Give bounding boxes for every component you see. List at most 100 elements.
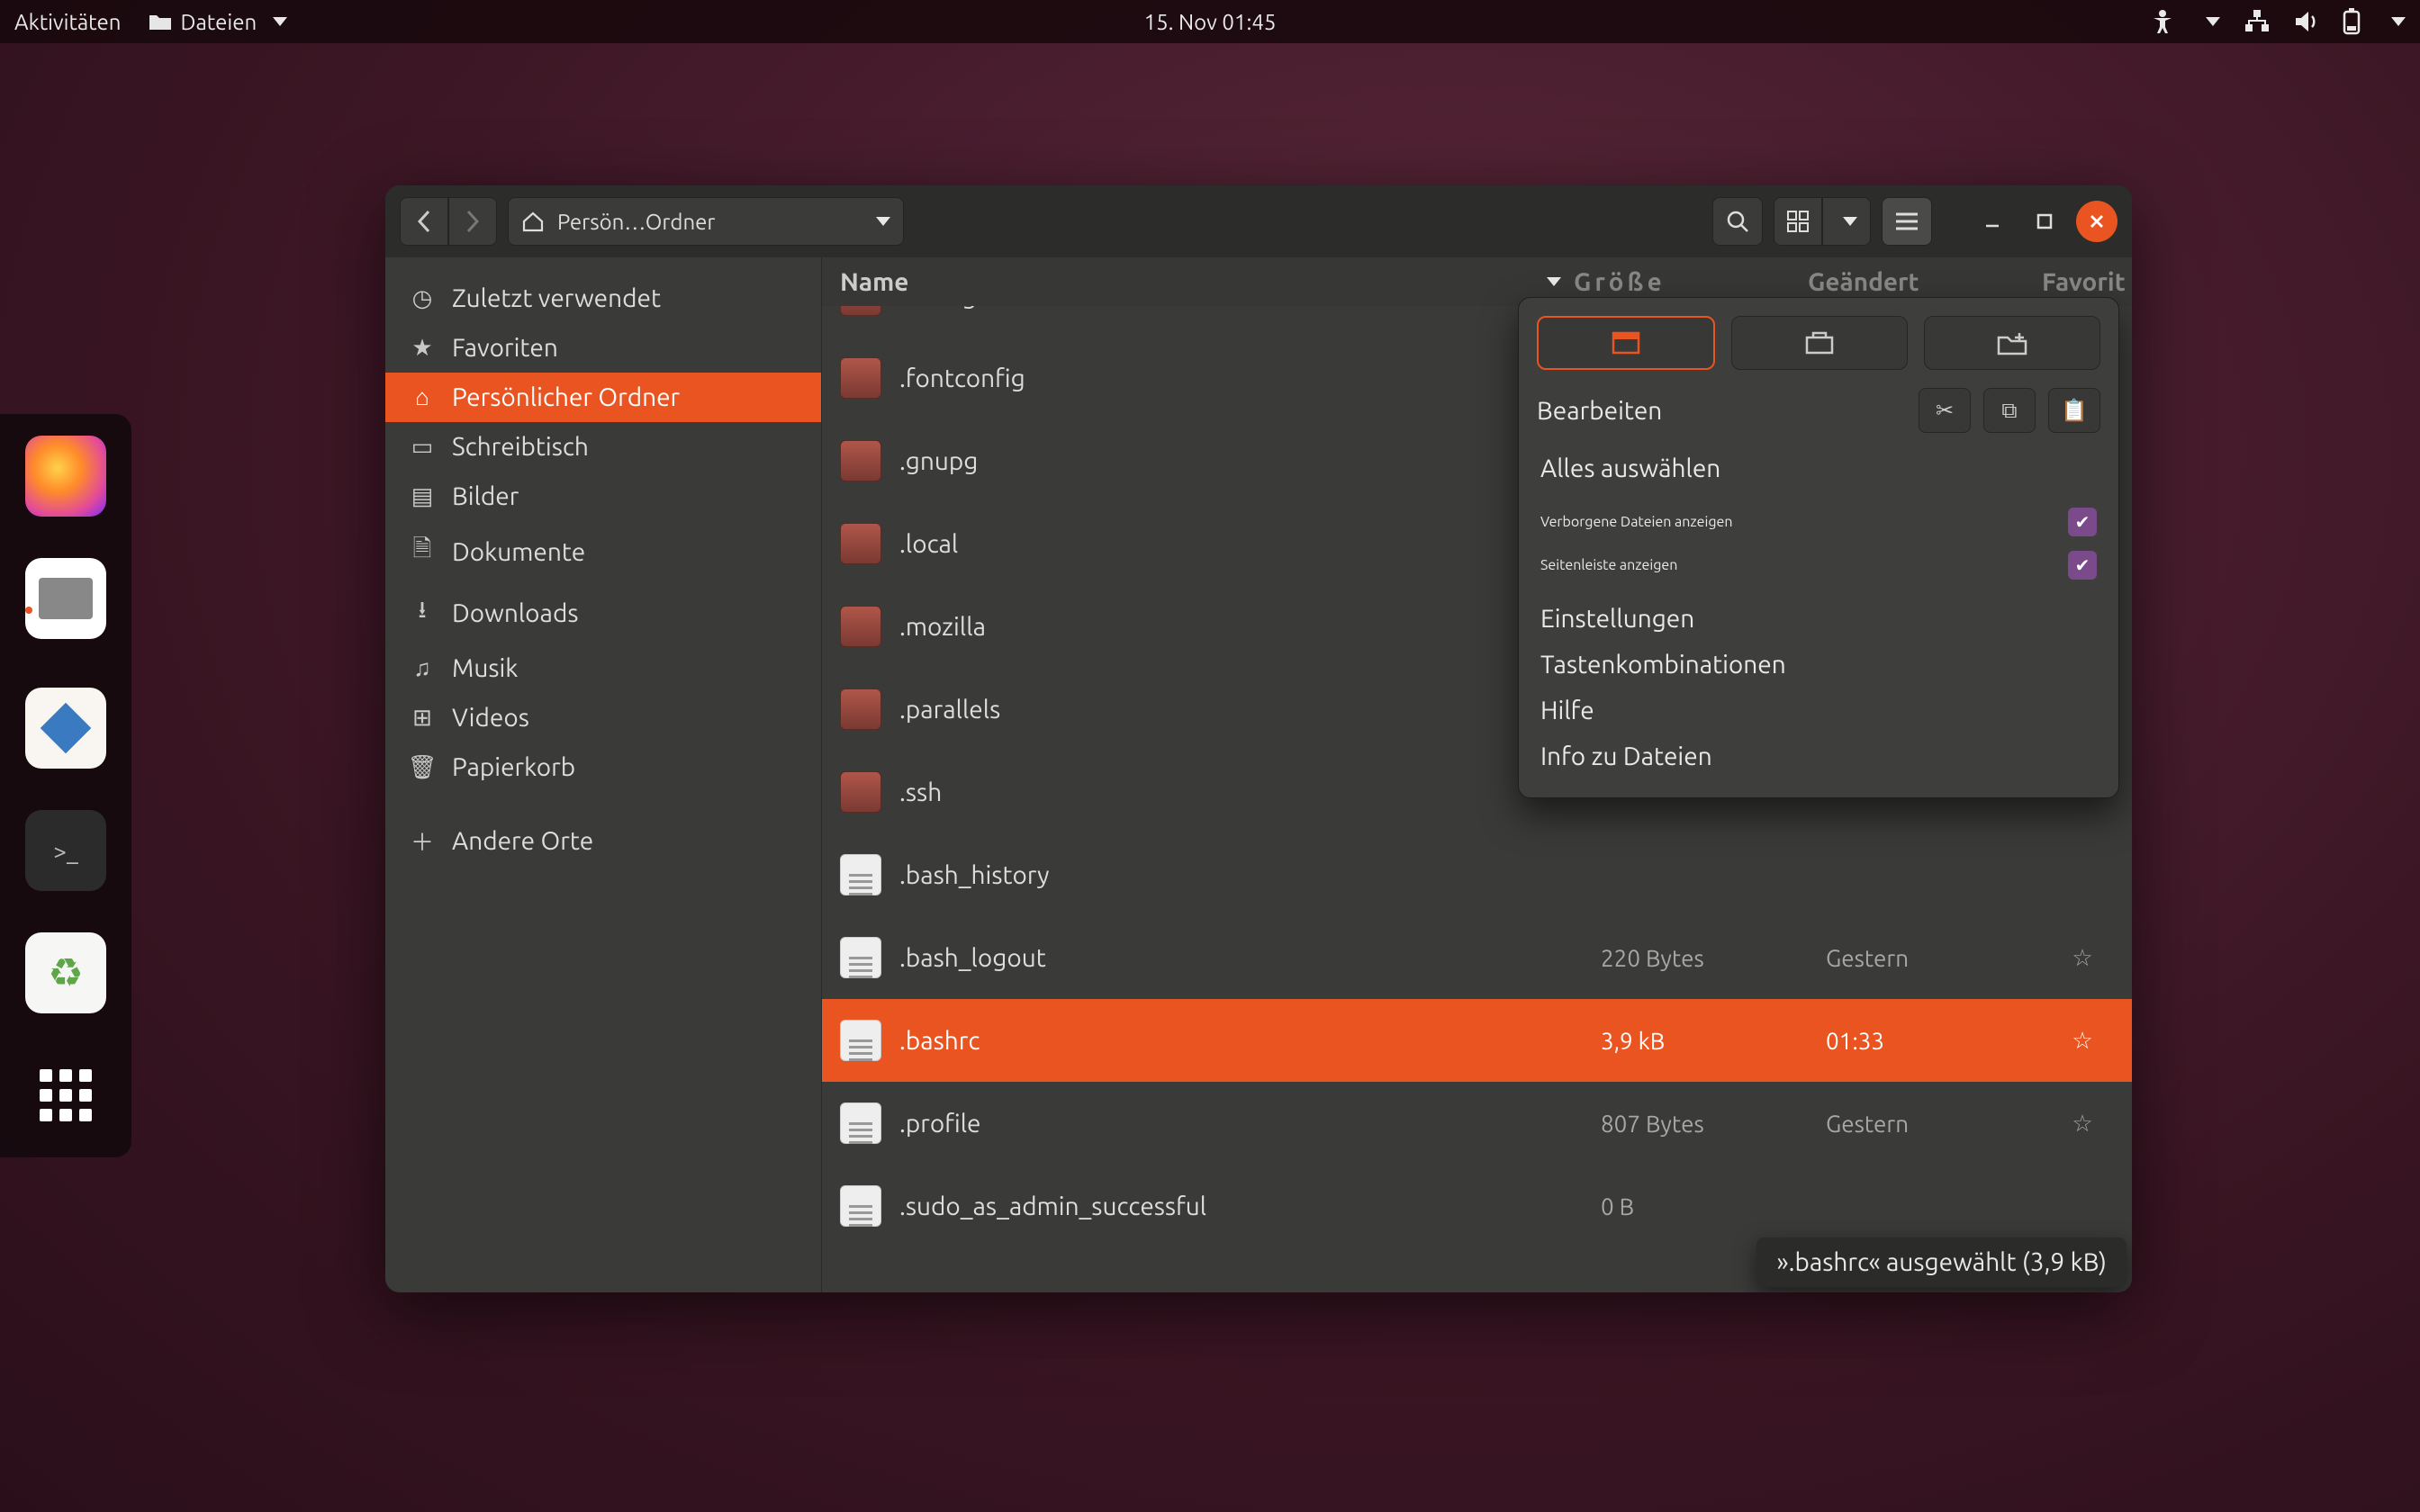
down-icon: ⭳	[409, 593, 436, 633]
favorite-toggle[interactable]: ☆	[2051, 1110, 2114, 1138]
files-window: Persön…Ordner ◷Zuletzt verwendet★Favorit…	[385, 185, 2132, 1292]
path-bar[interactable]: Persön…Ordner	[508, 197, 904, 246]
back-button[interactable]	[400, 197, 448, 246]
col-date[interactable]: Geändert	[1808, 268, 2042, 296]
about-item[interactable]: Info zu Dateien	[1537, 734, 2100, 779]
file-row[interactable]: .profile 807 Bytes Gestern ☆	[822, 1082, 2132, 1165]
chevron-down-icon	[1843, 217, 1857, 226]
file-size: 807 Bytes	[1601, 1111, 1808, 1137]
dock-text-editor[interactable]	[25, 688, 106, 769]
dock-terminal[interactable]	[25, 810, 106, 891]
clock[interactable]: 15. Nov 01:45	[1144, 10, 1277, 34]
file-name: .gnupg	[899, 447, 1583, 475]
volume-icon[interactable]	[2294, 11, 2319, 32]
sidebar-label: Andere Orte	[452, 827, 593, 855]
view-grid-button[interactable]	[1774, 197, 1822, 246]
sidebar-item-dokumente[interactable]: 🗎Dokumente	[385, 521, 821, 582]
forward-button[interactable]	[448, 197, 497, 246]
file-size: 220 Bytes	[1601, 945, 1808, 971]
folder-icon	[840, 523, 881, 564]
show-hidden-toggle[interactable]: Verborgene Dateien anzeigen ✔	[1537, 500, 2100, 544]
search-button[interactable]	[1712, 197, 1763, 246]
file-name: .bash_logout	[899, 944, 1583, 972]
trash-icon: 🗑	[409, 753, 436, 781]
file-row[interactable]: .bashrc 3,9 kB 01:33 ☆	[822, 999, 2132, 1082]
folder-icon	[840, 440, 881, 482]
sidebar-label: Persönlicher Ordner	[452, 383, 680, 411]
file-row[interactable]: .sudo_as_admin_successful 0 B	[822, 1165, 2132, 1247]
folder-icon	[149, 12, 172, 32]
paste-button[interactable]: 📋	[2048, 388, 2100, 433]
plus-icon: ＋	[409, 824, 436, 858]
select-all-item[interactable]: Alles auswählen	[1537, 446, 2100, 491]
help-item[interactable]: Hilfe	[1537, 688, 2100, 734]
maximize-button[interactable]	[2024, 201, 2065, 242]
close-button[interactable]	[2076, 201, 2118, 242]
network-icon[interactable]	[2244, 10, 2271, 33]
file-name: .ssh	[899, 778, 1583, 806]
home-icon: ⌂	[409, 383, 436, 411]
battery-icon[interactable]	[2343, 8, 2361, 35]
shortcuts-item[interactable]: Tastenkombinationen	[1537, 642, 2100, 688]
activities-button[interactable]: Aktivitäten	[14, 10, 122, 34]
favorite-toggle[interactable]: ☆	[2051, 944, 2114, 972]
music-icon: ♫	[409, 654, 436, 682]
file-row[interactable]: .bash_history	[822, 833, 2132, 916]
dock-files[interactable]	[25, 558, 106, 639]
file-date: Gestern	[1826, 945, 2033, 971]
col-fav[interactable]: Favorit	[2042, 268, 2114, 296]
file-icon	[840, 1020, 881, 1061]
image-icon: ▤	[409, 482, 436, 510]
app-menu[interactable]: Dateien	[149, 10, 288, 34]
view-dropdown-button[interactable]	[1822, 197, 1871, 246]
copy-button[interactable]: ⧉	[1983, 388, 2036, 433]
dock-show-apps[interactable]	[25, 1055, 106, 1136]
file-row[interactable]: .bash_logout 220 Bytes Gestern ☆	[822, 916, 2132, 999]
dock-trash[interactable]	[25, 932, 106, 1013]
favorite-toggle[interactable]: ☆	[2051, 1027, 2114, 1055]
new-tab-button[interactable]	[1731, 316, 1908, 370]
chevron-down-icon	[273, 17, 287, 26]
new-window-button[interactable]	[1537, 316, 1715, 370]
file-icon	[840, 1102, 881, 1144]
file-name: .mozilla	[899, 613, 1583, 641]
col-name[interactable]: Name	[840, 268, 1540, 296]
show-sidebar-label: Seitenleiste anzeigen	[1540, 557, 1677, 573]
settings-item[interactable]: Einstellungen	[1537, 596, 2100, 642]
checkbox-checked-icon: ✔	[2068, 551, 2097, 580]
sidebar-label: Videos	[452, 704, 529, 732]
new-folder-button[interactable]	[1924, 316, 2100, 370]
hamburger-menu-button[interactable]	[1882, 197, 1932, 246]
dock-firefox[interactable]	[25, 436, 106, 517]
file-name: .bashrc	[899, 1027, 1583, 1055]
file-name: .config	[899, 306, 1583, 310]
folder-icon	[840, 688, 881, 730]
sidebar-item-schreibtisch[interactable]: ▭Schreibtisch	[385, 422, 821, 472]
folder-icon	[840, 606, 881, 647]
sidebar-item-persönlicher-ordner[interactable]: ⌂ Persönlicher Ordner	[385, 373, 821, 422]
sidebar-label: Downloads	[452, 599, 578, 627]
show-sidebar-toggle[interactable]: Seitenleiste anzeigen ✔	[1537, 544, 2100, 587]
cut-button[interactable]: ✂	[1919, 388, 1971, 433]
sidebar-item-videos[interactable]: ⊞Videos	[385, 693, 821, 742]
sidebar-item-musik[interactable]: ♫Musik	[385, 644, 821, 693]
top-bar: Aktivitäten Dateien 15. Nov 01:45	[0, 0, 2420, 43]
status-bar: ».bashrc« ausgewählt (3,9 kB)	[1756, 1238, 2127, 1287]
sidebar-item-bilder[interactable]: ▤ Bilder	[385, 472, 821, 521]
sidebar-item-downloads[interactable]: ⭳ Downloads	[385, 582, 821, 644]
accessibility-icon[interactable]	[2150, 9, 2175, 34]
dock	[0, 414, 131, 1157]
sidebar-item-papierkorb[interactable]: 🗑Papierkorb	[385, 742, 821, 792]
sidebar-label: Bilder	[452, 482, 519, 510]
star-icon: ★	[409, 334, 436, 362]
file-date: 01:33	[1826, 1028, 2033, 1054]
sidebar-item-favoriten[interactable]: ★Favoriten	[385, 323, 821, 373]
show-hidden-label: Verborgene Dateien anzeigen	[1540, 514, 1733, 530]
file-icon	[840, 854, 881, 896]
col-size[interactable]: Größe	[1574, 268, 1808, 296]
sidebar-item-andere-orte[interactable]: ＋ Andere Orte	[385, 814, 821, 868]
sidebar-item-zuletzt-verwendet[interactable]: ◷Zuletzt verwendet	[385, 274, 821, 323]
doc-icon: 🗎	[409, 532, 436, 572]
sidebar-label: Zuletzt verwendet	[452, 284, 661, 312]
minimize-button[interactable]	[1972, 201, 2013, 242]
